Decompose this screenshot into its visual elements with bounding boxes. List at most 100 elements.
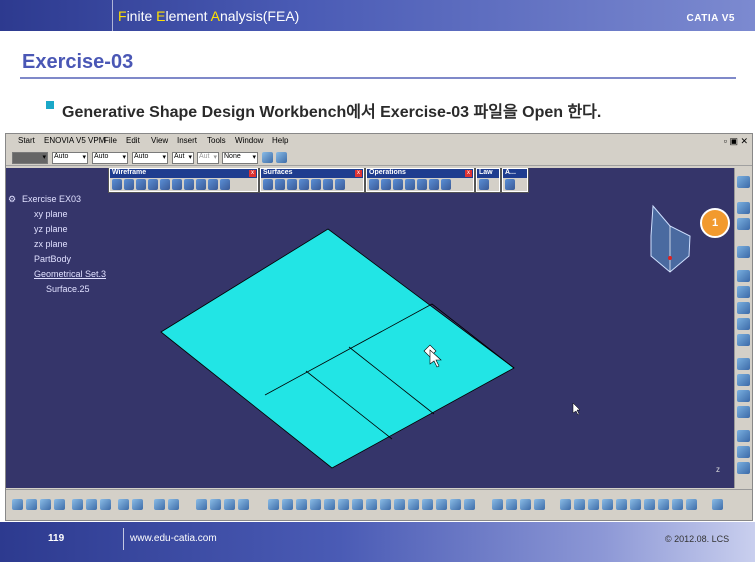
paste-icon[interactable] bbox=[100, 499, 111, 510]
footer-copyright: © 2012.08. LCS bbox=[665, 534, 730, 544]
render-select[interactable]: Aut bbox=[172, 152, 194, 164]
menu-window[interactable]: Window bbox=[235, 136, 263, 145]
print-icon[interactable] bbox=[54, 499, 65, 510]
fillet-icon[interactable] bbox=[737, 270, 750, 282]
grid-snap-icon[interactable] bbox=[644, 499, 655, 510]
swap-icon[interactable] bbox=[422, 499, 433, 510]
hide-show-icon[interactable] bbox=[408, 499, 419, 510]
view-icon[interactable] bbox=[366, 499, 377, 510]
page-number: 119 bbox=[48, 533, 65, 544]
formula-icon[interactable] bbox=[154, 499, 165, 510]
footer-url[interactable]: www.edu-catia.com bbox=[130, 533, 217, 544]
open-icon[interactable] bbox=[26, 499, 37, 510]
step-badge: 1 bbox=[700, 208, 730, 238]
header-word-inite: inite bbox=[126, 8, 157, 24]
fill-icon[interactable] bbox=[737, 406, 750, 418]
curvature-icon[interactable] bbox=[737, 462, 750, 474]
fly-icon[interactable] bbox=[268, 499, 279, 510]
menu-file[interactable]: File bbox=[104, 136, 117, 145]
shading-icon[interactable] bbox=[450, 499, 461, 510]
pan-icon[interactable] bbox=[296, 499, 307, 510]
header-bar: Finite Element Analysis(FEA) CATIA V5 bbox=[0, 0, 755, 31]
compass-icon[interactable] bbox=[650, 204, 691, 273]
menu-enovia[interactable]: ENOVIA V5 VPM bbox=[44, 136, 105, 145]
menu-view[interactable]: View bbox=[151, 136, 168, 145]
work-support-icon[interactable] bbox=[602, 499, 613, 510]
menu-tools[interactable]: Tools bbox=[207, 136, 226, 145]
boolean-icon[interactable] bbox=[737, 246, 750, 258]
window-controls[interactable]: ▫ ▣ ✕ bbox=[724, 136, 748, 147]
color-select[interactable] bbox=[12, 152, 48, 164]
menu-help[interactable]: Help bbox=[272, 136, 288, 145]
lines-icon[interactable] bbox=[630, 499, 641, 510]
update-icon[interactable] bbox=[506, 499, 517, 510]
pointer-icon bbox=[572, 402, 581, 416]
select-icon[interactable] bbox=[737, 202, 750, 214]
filter-icon[interactable] bbox=[686, 499, 697, 510]
iso-view-icon[interactable] bbox=[380, 499, 391, 510]
footer-bar: 119 www.edu-catia.com © 2012.08. LCS bbox=[0, 522, 755, 562]
sketch-icon[interactable] bbox=[737, 218, 750, 230]
draft-icon[interactable] bbox=[737, 446, 750, 458]
offset-icon[interactable] bbox=[737, 334, 750, 346]
thickness-select[interactable]: Auto bbox=[92, 152, 128, 164]
header-divider bbox=[112, 0, 113, 31]
render-icon[interactable] bbox=[394, 499, 405, 510]
plane-icon[interactable] bbox=[588, 499, 599, 510]
grid-icon[interactable] bbox=[574, 499, 585, 510]
join-icon[interactable] bbox=[737, 318, 750, 330]
line-type-select[interactable]: Auto bbox=[52, 152, 88, 164]
menu-bar: Start ENOVIA V5 VPM File Edit View Inser… bbox=[6, 134, 752, 148]
layer-select-a[interactable]: Aut bbox=[197, 152, 219, 164]
title-underline bbox=[20, 77, 736, 79]
points-icon[interactable] bbox=[616, 499, 627, 510]
header-word-nalysis: nalysis(FEA) bbox=[219, 8, 300, 24]
layer-select[interactable]: None bbox=[222, 152, 258, 164]
redo-icon[interactable] bbox=[132, 499, 143, 510]
copy-icon[interactable] bbox=[86, 499, 97, 510]
menu-edit[interactable]: Edit bbox=[126, 136, 140, 145]
scan-icon[interactable] bbox=[238, 499, 249, 510]
zoom-in-icon[interactable] bbox=[324, 499, 335, 510]
layer-icon[interactable] bbox=[672, 499, 683, 510]
blend-icon[interactable] bbox=[737, 390, 750, 402]
format-painter-icon[interactable] bbox=[262, 152, 273, 163]
parallel-icon[interactable] bbox=[436, 499, 447, 510]
header-word-lement: lement bbox=[165, 8, 211, 24]
menu-start[interactable]: Start bbox=[18, 136, 35, 145]
measure-icon[interactable] bbox=[210, 499, 221, 510]
3d-viewport[interactable]: Wireframe x Surfaces x Operations x Law … bbox=[6, 168, 734, 488]
catalog-icon[interactable] bbox=[196, 499, 207, 510]
inertia-icon[interactable] bbox=[224, 499, 235, 510]
annotation-icon[interactable] bbox=[658, 499, 669, 510]
zoom-out-icon[interactable] bbox=[338, 499, 349, 510]
menu-insert[interactable]: Insert bbox=[177, 136, 197, 145]
constraint-icon[interactable] bbox=[492, 499, 503, 510]
bottom-toolbar bbox=[6, 489, 752, 520]
snap-icon[interactable] bbox=[560, 499, 571, 510]
save-icon[interactable] bbox=[40, 499, 51, 510]
extract-icon[interactable] bbox=[737, 302, 750, 314]
pattern-icon[interactable] bbox=[737, 286, 750, 298]
loft-icon[interactable] bbox=[737, 374, 750, 386]
undo-icon[interactable] bbox=[118, 499, 129, 510]
tools-icon[interactable] bbox=[520, 499, 531, 510]
header-letter-a: A bbox=[210, 8, 220, 24]
header-letter-f: F bbox=[118, 8, 127, 24]
surface-25-shape[interactable] bbox=[160, 228, 515, 469]
workbench-icon[interactable] bbox=[737, 176, 750, 188]
new-icon[interactable] bbox=[12, 499, 23, 510]
header-brand: CATIA V5 bbox=[686, 13, 735, 24]
brush-icon[interactable] bbox=[276, 152, 287, 163]
catia-window: Start ENOVIA V5 VPM File Edit View Inser… bbox=[5, 133, 753, 521]
rotate-icon[interactable] bbox=[310, 499, 321, 510]
point-type-select[interactable]: Auto bbox=[132, 152, 168, 164]
analysis-icon[interactable] bbox=[737, 430, 750, 442]
cut-icon[interactable] bbox=[72, 499, 83, 510]
normal-view-icon[interactable] bbox=[352, 499, 363, 510]
lock-icon[interactable] bbox=[534, 499, 545, 510]
sweep-icon[interactable] bbox=[737, 358, 750, 370]
fit-all-icon[interactable] bbox=[282, 499, 293, 510]
sketch-analysis-icon[interactable] bbox=[464, 499, 475, 510]
knowledge-icon[interactable] bbox=[168, 499, 179, 510]
